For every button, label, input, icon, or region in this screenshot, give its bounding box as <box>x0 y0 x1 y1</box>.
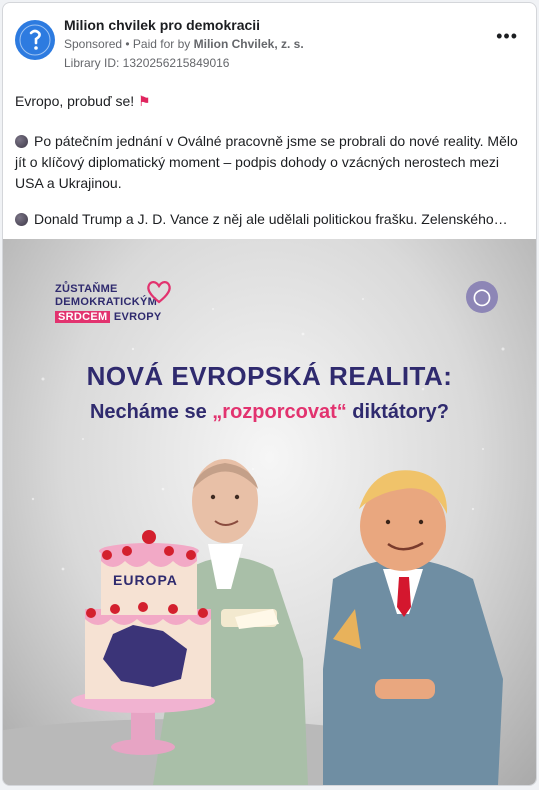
illustration <box>3 459 503 785</box>
cake-label: EUROPA <box>113 572 178 588</box>
page-name-link[interactable]: Milion chvilek pro demokracii <box>64 17 260 33</box>
ad-creative-image[interactable]: ZŮSTAŇME DEMOKRATICKÝM SRDCEM EVROPY ◯ N… <box>3 239 536 785</box>
post-paragraph-3: Donald Trump a J. D. Vance z něj ale udě… <box>15 209 527 230</box>
library-id: Library ID: 1320256215849016 <box>64 56 230 70</box>
dark-circle-icon <box>15 135 28 148</box>
milion-chvilek-logo-icon <box>16 21 54 59</box>
post-paragraph-1: Evropo, probuď se! ⚑ <box>15 91 527 112</box>
ad-card: Milion chvilek pro demokracii Sponsored … <box>2 2 537 786</box>
sponsored-label: Sponsored <box>64 37 123 51</box>
dark-circle-icon <box>15 213 28 226</box>
payer-link[interactable]: Milion Chvilek, z. s. <box>194 37 304 51</box>
right-figure <box>323 470 503 785</box>
post-paragraph-2: Po pátečním jednání v Oválné pracovně js… <box>15 131 527 194</box>
post-text-1: Evropo, probuď se! <box>15 93 135 109</box>
page-avatar[interactable] <box>15 20 55 60</box>
more-options-icon[interactable]: ••• <box>496 27 518 45</box>
post-text-3: Donald Trump a J. D. Vance z něj ale udě… <box>34 211 508 227</box>
paid-for-label: • Paid for by <box>125 37 191 51</box>
triangular-flag-icon: ⚑ <box>138 93 151 109</box>
sponsored-line: Sponsored • Paid for by Milion Chvilek, … <box>64 37 304 51</box>
post-text-2: Po pátečním jednání v Oválné pracovně js… <box>15 133 518 191</box>
